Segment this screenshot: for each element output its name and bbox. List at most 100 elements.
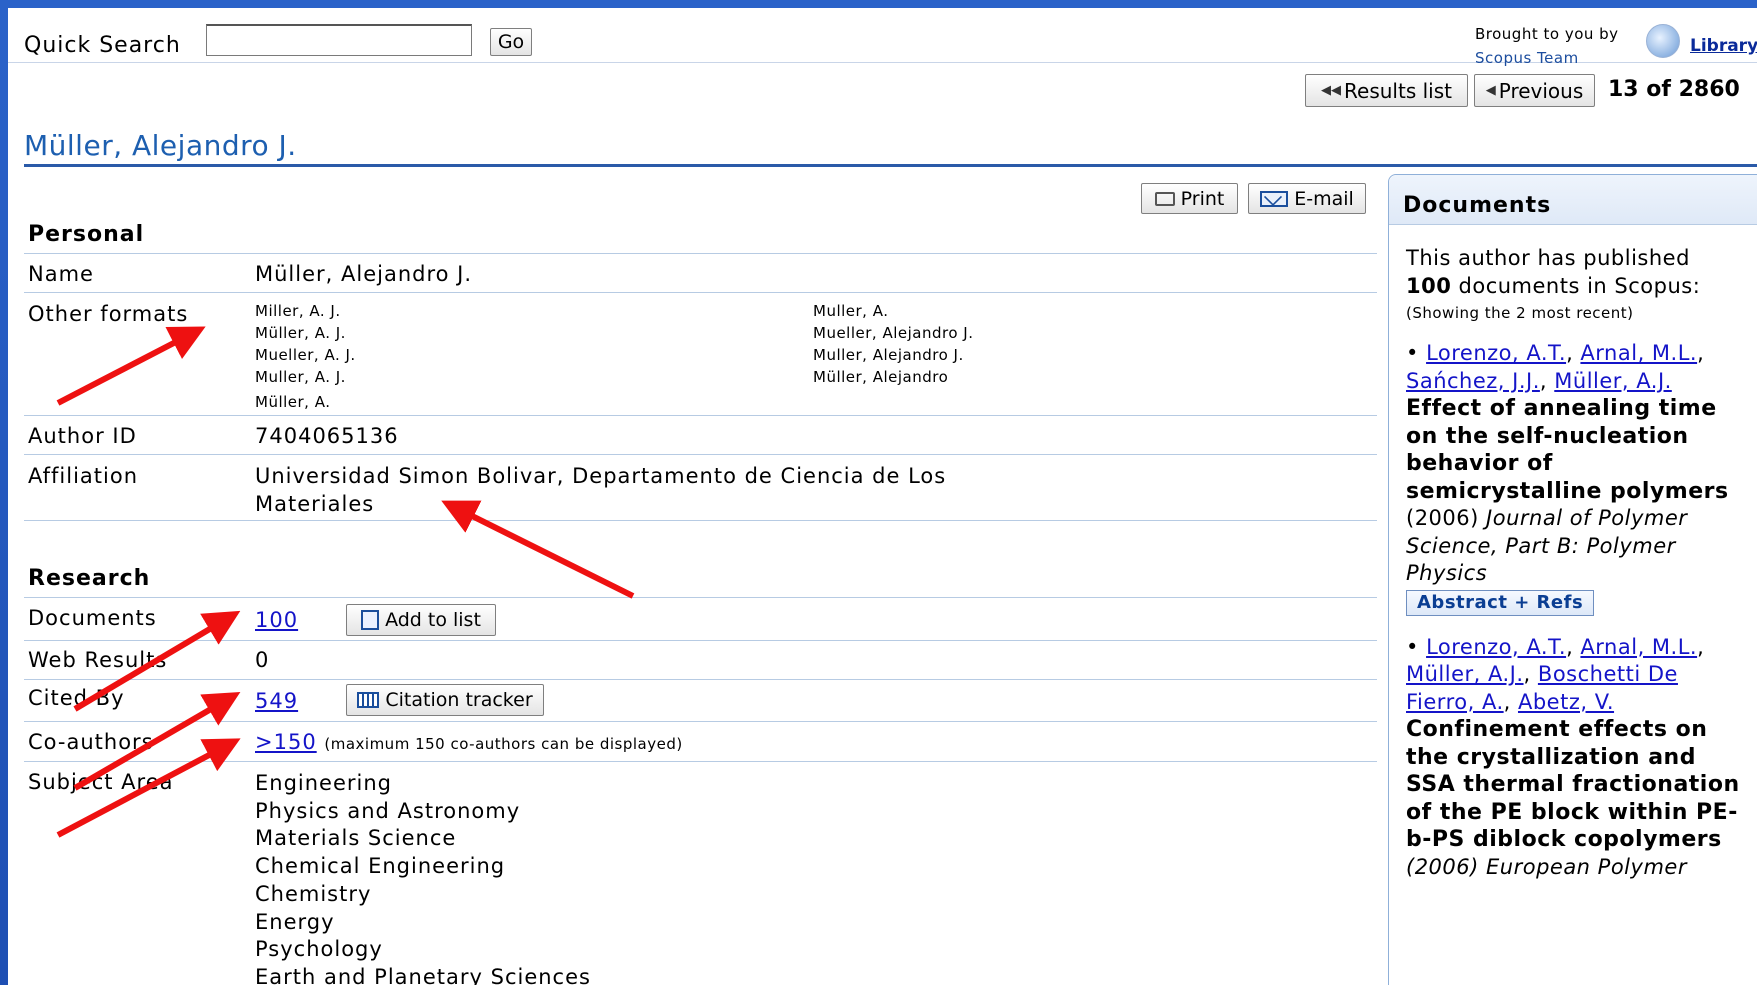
subject-area-item: Psychology: [255, 937, 383, 962]
author-link[interactable]: Lorenzo, A.T.: [1426, 635, 1566, 659]
subject-area-list: Engineering Physics and Astronomy Materi…: [255, 770, 591, 985]
subject-area-item: Energy: [255, 909, 335, 934]
library-icon: [1646, 24, 1680, 58]
document-entry-2: • Lorenzo, A.T., Arnal, M.L., Müller, A.…: [1406, 634, 1751, 882]
add-to-list-button[interactable]: Add to list: [346, 604, 496, 636]
document-title: Confinement effects on the crystallizati…: [1406, 717, 1740, 852]
citation-tracker-button[interactable]: Citation tracker: [346, 684, 544, 716]
divider: [24, 520, 1377, 521]
affiliation-label: Affiliation: [28, 464, 139, 488]
subject-area-item: Chemistry: [255, 881, 372, 906]
brought-to-you-by: Brought to you by Scopus Team: [1475, 22, 1619, 70]
divider: [24, 253, 1377, 254]
showing-text: (Showing the 2 most recent): [1406, 304, 1634, 322]
quick-search-input[interactable]: [206, 24, 472, 56]
document-source: (2006) European Polymer: [1406, 854, 1687, 879]
abstract-refs-button[interactable]: Abstract + Refs: [1406, 589, 1595, 616]
double-left-arrow-icon: ◀◀: [1321, 83, 1342, 98]
documents-panel: Documents This author has published 100 …: [1388, 174, 1757, 985]
name-variant: Müller, Alejandro: [813, 368, 949, 386]
results-list-button[interactable]: ◀◀ Results list: [1305, 74, 1468, 107]
add-to-list-label: Add to list: [385, 609, 481, 631]
results-list-label: Results list: [1344, 78, 1452, 103]
document-title: Effect of annealing time on the self-nuc…: [1406, 396, 1729, 504]
coauthors-row: >150 (maximum 150 co-authors can be disp…: [255, 730, 683, 754]
author-link[interactable]: Lorenzo, A.T.: [1426, 341, 1566, 365]
author-link[interactable]: Arnal, M.L.: [1580, 341, 1697, 365]
affiliation-line-1: Universidad Simon Bolivar, Departamento …: [255, 464, 947, 488]
divider: [24, 415, 1377, 416]
scopus-team-text: Scopus Team: [1475, 49, 1579, 67]
author-link[interactable]: Abetz, V.: [1518, 690, 1614, 714]
document-entry-1: • Lorenzo, A.T., Arnal, M.L., Sańchez, J…: [1406, 340, 1751, 616]
web-results-label: Web Results: [28, 648, 168, 672]
page-title: Müller, Alejandro J.: [24, 129, 297, 162]
name-variant: Müller, A.: [255, 393, 331, 411]
research-section-title: Research: [28, 566, 151, 591]
name-variant: Miller, A. J.: [255, 302, 341, 320]
document-source: (2006) Journal of Polymer Science, Part …: [1406, 505, 1751, 588]
author-link[interactable]: Müller, A.J.: [1554, 369, 1672, 393]
divider: [24, 454, 1377, 455]
author-link[interactable]: Müller, A.J.: [1406, 662, 1524, 686]
add-to-list-icon: [361, 610, 380, 630]
other-formats-column-1: Miller, A. J. Müller, A. J. Mueller, A. …: [255, 300, 356, 413]
document-authors: • Lorenzo, A.T., Arnal, M.L., Sańchez, J…: [1406, 341, 1705, 393]
other-formats-column-2: Muller, A. Mueller, Alejandro J. Muller,…: [813, 300, 973, 388]
email-button[interactable]: E-mail: [1248, 183, 1366, 214]
name-variant: Müller, A. J.: [255, 324, 346, 342]
other-formats-label: Other formats: [28, 302, 189, 326]
chart-icon: [357, 692, 380, 708]
left-arrow-icon: ◀: [1485, 83, 1496, 98]
result-position: 13 of 2860: [1608, 77, 1740, 102]
coauthors-note: (maximum 150 co-authors can be displayed…: [324, 735, 683, 753]
print-label: Print: [1180, 187, 1225, 210]
name-variant: Muller, Alejandro J.: [813, 346, 964, 364]
name-variant: Muller, A.: [813, 302, 889, 320]
name-variant: Mueller, Alejandro J.: [813, 324, 974, 342]
subject-area-item: Materials Science: [255, 826, 457, 851]
divider: [24, 679, 1377, 680]
cited-by-count-link[interactable]: 549: [255, 689, 298, 713]
documents-panel-title: Documents: [1389, 175, 1757, 225]
documents-count-link[interactable]: 100: [255, 608, 298, 632]
top-bar: Quick Search Go Brought to you by Scopus…: [8, 8, 1757, 67]
title-divider: [24, 164, 1757, 167]
subject-area-item: Physics and Astronomy: [255, 798, 521, 823]
cited-by-label: Cited By: [28, 686, 125, 710]
documents-intro-rest: documents in Scopus:: [1451, 273, 1701, 298]
author-link[interactable]: Sańchez, J.J.: [1406, 369, 1540, 393]
document-authors: • Lorenzo, A.T., Arnal, M.L., Müller, A.…: [1406, 634, 1705, 714]
divider: [24, 761, 1377, 762]
library-link[interactable]: Library: [1690, 36, 1757, 56]
author-details-page: Quick Search Go Brought to you by Scopus…: [8, 8, 1757, 985]
affiliation-line-2: Materiales: [255, 492, 375, 516]
author-id-value: 7404065136: [255, 424, 399, 448]
divider: [24, 292, 1377, 293]
previous-button[interactable]: ◀ Previous: [1474, 74, 1595, 107]
divider: [24, 721, 1377, 722]
name-label: Name: [28, 262, 94, 286]
name-variant: Mueller, A. J.: [255, 346, 356, 364]
coauthors-count-link[interactable]: >150: [255, 730, 317, 754]
subject-area-label: Subject Area: [28, 770, 174, 794]
print-button[interactable]: Print: [1141, 183, 1238, 214]
divider: [24, 640, 1377, 641]
personal-section-title: Personal: [28, 222, 145, 247]
coauthors-label: Co-authors: [28, 730, 154, 754]
web-results-value: 0: [255, 648, 270, 672]
author-link[interactable]: Arnal, M.L.: [1580, 635, 1697, 659]
document-year: (2006): [1406, 506, 1479, 530]
quick-search-label: Quick Search: [24, 33, 181, 58]
documents-intro-line-2: 100 documents in Scopus:: [1406, 273, 1751, 301]
go-button[interactable]: Go: [490, 28, 532, 56]
subject-area-item: Chemical Engineering: [255, 854, 506, 879]
envelope-icon: [1260, 190, 1289, 207]
name-value: Müller, Alejandro J.: [255, 262, 473, 286]
previous-label: Previous: [1498, 78, 1584, 103]
printer-icon: [1154, 191, 1175, 206]
documents-intro-line-1: This author has published: [1406, 246, 1690, 270]
citation-tracker-label: Citation tracker: [385, 689, 533, 711]
brought-by-text: Brought to you by: [1475, 25, 1619, 43]
divider: [24, 597, 1377, 598]
